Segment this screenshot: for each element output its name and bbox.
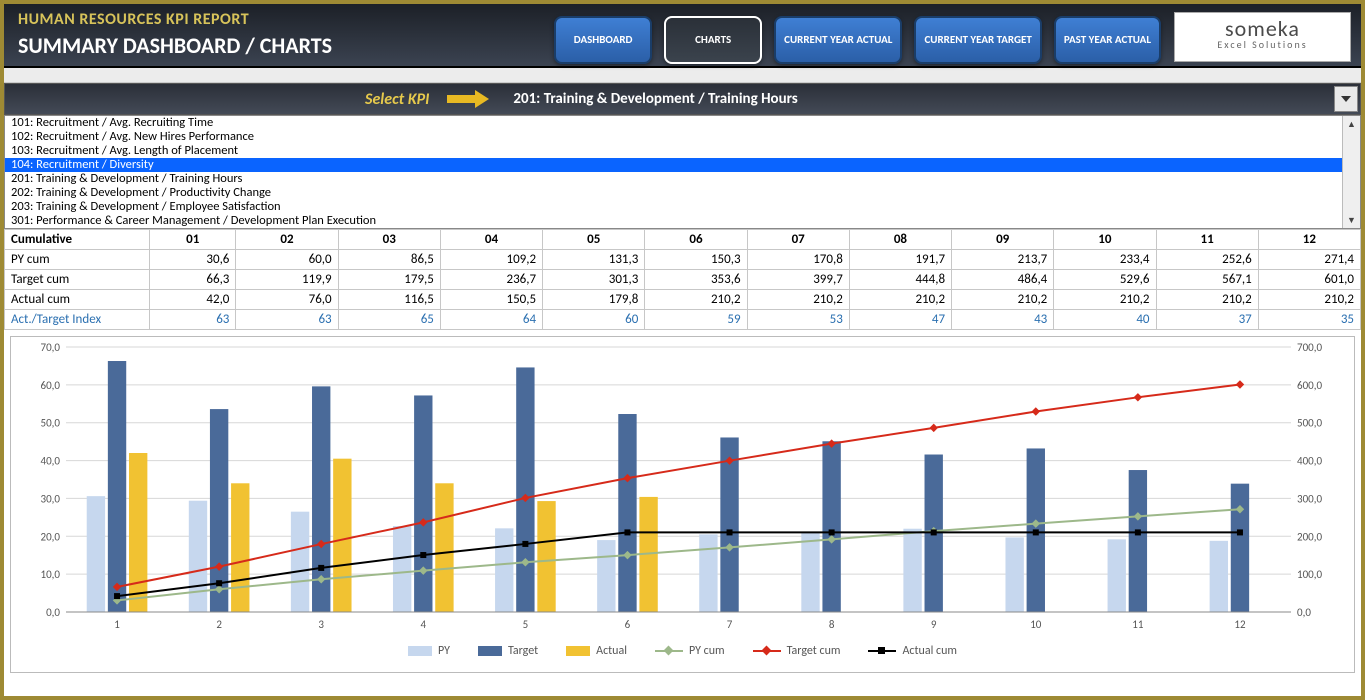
list-scrollbar[interactable]: ▲ ▼ <box>1342 116 1360 228</box>
svg-text:9: 9 <box>931 618 937 631</box>
kpi-option[interactable]: 201: Training & Development / Training H… <box>5 172 1360 186</box>
kpi-option[interactable]: 101: Recruitment / Avg. Recruiting Time <box>5 116 1360 130</box>
logo-subtext: Excel Solutions <box>1185 38 1340 51</box>
col-header: 04 <box>440 230 542 250</box>
svg-text:700,0: 700,0 <box>1297 341 1322 354</box>
svg-text:100,0: 100,0 <box>1297 568 1322 581</box>
brand-logo: someka Excel Solutions <box>1174 12 1351 62</box>
svg-text:30,0: 30,0 <box>41 492 61 505</box>
combo-chart: 0,0 0,0 10,0 100,0 20,0 200,0 30,0 300,0 40,0 400… <box>10 336 1355 673</box>
col-header: 06 <box>645 230 747 250</box>
selected-kpi: 201: Training & Development / Training H… <box>513 90 797 108</box>
svg-text:10: 10 <box>1030 618 1042 631</box>
dashboard-button[interactable]: DASHBOARD <box>554 16 652 64</box>
svg-text:3: 3 <box>318 618 324 631</box>
svg-text:200,0: 200,0 <box>1297 530 1322 543</box>
chart-svg: 0,0 0,0 10,0 100,0 20,0 200,0 30,0 300,0 40,0 400… <box>11 337 1351 642</box>
col-header: 02 <box>236 230 338 250</box>
legend-target: Target <box>478 644 538 658</box>
svg-text:6: 6 <box>625 618 631 631</box>
report-title: HUMAN RESOURCES KPI REPORT <box>18 10 249 29</box>
col-header: 11 <box>1156 230 1258 250</box>
svg-text:600,0: 600,0 <box>1297 379 1322 392</box>
svg-text:4: 4 <box>421 618 427 631</box>
svg-text:50,0: 50,0 <box>41 417 61 430</box>
kpi-option[interactable]: 102: Recruitment / Avg. New Hires Perfor… <box>5 130 1360 144</box>
header-bar: HUMAN RESOURCES KPI REPORT SUMMARY DASHB… <box>4 4 1361 68</box>
svg-text:20,0: 20,0 <box>41 530 61 543</box>
arrow-icon <box>447 90 495 108</box>
legend-actualcum: Actual cum <box>868 644 957 658</box>
table-row-target: Target cum 66,3119,9179,5236,7301,3353,6… <box>5 270 1361 290</box>
table-row-index: Act./Target Index 6363656460595347434037… <box>5 310 1361 330</box>
col-header: 03 <box>338 230 440 250</box>
current-year-actual-button[interactable]: CURRENT YEAR ACTUAL <box>774 16 902 64</box>
col-header: 10 <box>1054 230 1156 250</box>
kpi-selector-bar: Select KPI 201: Training & Development /… <box>4 83 1361 115</box>
current-year-target-button[interactable]: CURRENT YEAR TARGET <box>914 16 1041 64</box>
scroll-up-icon[interactable]: ▲ <box>1343 116 1360 132</box>
svg-text:0,0: 0,0 <box>46 606 60 619</box>
dropdown-toggle-icon[interactable] <box>1334 86 1358 112</box>
legend-pycum: PY cum <box>655 644 725 658</box>
col-header: 05 <box>543 230 645 250</box>
legend-py: PY <box>408 644 450 658</box>
select-kpi-label: Select KPI <box>365 90 429 109</box>
table-row-py: PY cum 30,660,086,5109,2131,3150,3170,81… <box>5 250 1361 270</box>
col-header: 09 <box>952 230 1054 250</box>
page-subtitle: SUMMARY DASHBOARD / CHARTS <box>18 32 332 59</box>
svg-text:400,0: 400,0 <box>1297 455 1322 468</box>
legend-actual: Actual <box>566 644 627 658</box>
kpi-dropdown-list: 101: Recruitment / Avg. Recruiting Time … <box>4 115 1361 229</box>
svg-text:2: 2 <box>216 618 222 631</box>
table-row-actual: Actual cum 42,076,0116,5150,5179,8210,22… <box>5 290 1361 310</box>
col-header: 01 <box>150 230 236 250</box>
svg-text:5: 5 <box>523 618 529 631</box>
spacer <box>4 68 1361 83</box>
kpi-option[interactable]: 203: Training & Development / Employee S… <box>5 200 1360 214</box>
legend-targetcum: Target cum <box>753 644 841 658</box>
charts-button[interactable]: CHARTS <box>664 16 762 64</box>
svg-text:11: 11 <box>1132 618 1144 631</box>
scroll-down-icon[interactable]: ▼ <box>1343 212 1360 228</box>
svg-text:40,0: 40,0 <box>41 455 61 468</box>
svg-text:70,0: 70,0 <box>41 341 61 354</box>
svg-text:1: 1 <box>114 618 120 631</box>
svg-text:8: 8 <box>829 618 835 631</box>
table-header-row: Cumulative 01 02 03 04 05 06 07 08 09 10… <box>5 230 1361 250</box>
svg-text:12: 12 <box>1234 618 1246 631</box>
kpi-option[interactable]: 202: Training & Development / Productivi… <box>5 186 1360 200</box>
nav-buttons: DASHBOARD CHARTS CURRENT YEAR ACTUAL CUR… <box>554 16 1161 64</box>
svg-text:7: 7 <box>727 618 733 631</box>
col-header: 07 <box>747 230 849 250</box>
kpi-option[interactable]: 103: Recruitment / Avg. Length of Placem… <box>5 144 1360 158</box>
svg-text:300,0: 300,0 <box>1297 492 1322 505</box>
col-header: 08 <box>849 230 951 250</box>
cumulative-header: Cumulative <box>5 230 150 250</box>
svg-text:0,0: 0,0 <box>1297 606 1311 619</box>
chart-legend: PY Target Actual PY cum Target cum Actua… <box>11 642 1354 658</box>
svg-text:10,0: 10,0 <box>41 568 61 581</box>
svg-text:500,0: 500,0 <box>1297 417 1322 430</box>
kpi-option[interactable]: 301: Performance & Career Management / D… <box>5 214 1360 228</box>
col-header: 12 <box>1258 230 1360 250</box>
past-year-actual-button[interactable]: PAST YEAR ACTUAL <box>1054 16 1161 64</box>
kpi-option-selected[interactable]: 104: Recruitment / Diversity <box>5 158 1360 172</box>
kpi-options: 101: Recruitment / Avg. Recruiting Time … <box>5 116 1360 228</box>
svg-text:60,0: 60,0 <box>41 379 61 392</box>
cumulative-table: Cumulative 01 02 03 04 05 06 07 08 09 10… <box>4 229 1361 330</box>
